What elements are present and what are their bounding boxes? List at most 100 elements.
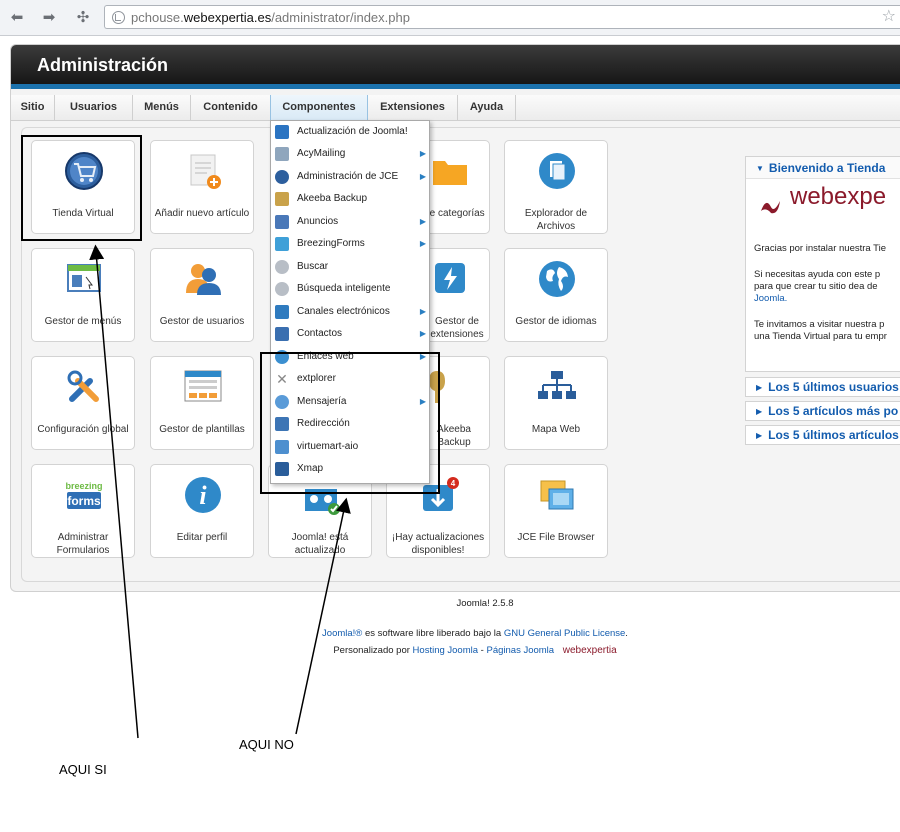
welcome-module: Bienvenido a Tienda webexpe Gracias por … — [745, 156, 900, 372]
quickicon-label: Explorador de Archivos — [524, 208, 588, 232]
page-icon — [112, 11, 125, 24]
quickicon-mapa-web[interactable]: Mapa Web — [504, 356, 608, 450]
footer-link-hosting[interactable]: Hosting Joomla — [413, 645, 478, 656]
menu-usuarios[interactable]: Usuarios — [55, 95, 133, 121]
tools-icon — [67, 370, 99, 402]
banner-icon — [275, 215, 289, 229]
breezing-forms-icon — [275, 237, 289, 251]
admin-header: Administración — [11, 45, 900, 89]
dropdown-item-breezingforms[interactable]: BreezingForms ▶ — [271, 233, 429, 255]
dropdown-item-anuncios[interactable]: Anuncios ▶ — [271, 211, 429, 233]
quickicon-label: Añadir nuevo artículo — [154, 208, 250, 219]
module-ultimos-usuarios[interactable]: Los 5 últimos usuarios — [745, 377, 900, 397]
svg-text:i: i — [199, 481, 207, 510]
quickicon-nuevo-articulo[interactable]: Añadir nuevo artículo — [150, 140, 254, 234]
annotation-box-aqui-si — [21, 135, 142, 241]
webexpertia-logo: webexpe — [754, 179, 896, 227]
page-title: Administración — [37, 55, 169, 75]
annotation-aqui-no: AQUI NO — [239, 737, 294, 752]
quickicon-label: Gestor de extensiones — [430, 316, 484, 340]
extensions-icon[interactable]: ✣ — [72, 7, 94, 29]
quickicon-label: Mapa Web — [531, 424, 581, 435]
smart-search-icon — [275, 282, 289, 296]
quickicon-jce-file-browser[interactable]: JCE File Browser — [504, 464, 608, 558]
sitemap-icon — [538, 371, 576, 399]
quickicon-gestor-menus[interactable]: Gestor de menús — [31, 248, 135, 342]
menu-extensiones[interactable]: Extensiones — [368, 95, 458, 121]
back-arrow-icon[interactable]: ⬅ — [6, 7, 28, 29]
quickicon-explorador-archivos[interactable]: Explorador de Archivos — [504, 140, 608, 234]
dropdown-item-contactos[interactable]: Contactos ▶ — [271, 323, 429, 345]
quickicon-label: Gestor de plantillas — [159, 424, 245, 435]
new-article-icon — [190, 154, 221, 189]
quickicon-label: ¡Hay actualizaciones disponibles! — [391, 532, 485, 556]
quickicon-label: Editar perfil — [176, 532, 228, 543]
quickicon-configuracion-global[interactable]: Configuración global — [31, 356, 135, 450]
welcome-text-1: Gracias por instalar nuestra Tie — [754, 243, 887, 254]
footer-link-gpl[interactable]: GNU General Public License — [504, 628, 625, 639]
footer-link-joomla[interactable]: Joomla!® — [322, 628, 362, 639]
footer-credits-text: Personalizado por — [333, 645, 413, 656]
submenu-arrow-icon: ▶ — [419, 172, 426, 181]
quickicon-label: JCE File Browser — [517, 532, 595, 543]
submenu-arrow-icon: ▶ — [419, 307, 426, 316]
quickicon-administrar-formularios[interactable]: breezing forms Administrar Formularios — [31, 464, 135, 558]
welcome-link-joomla[interactable]: Joomla. — [754, 293, 896, 305]
contacts-icon — [275, 327, 289, 341]
dropdown-item-akeeba[interactable]: Akeeba Backup — [271, 188, 429, 210]
dropdown-item-busqueda-inteligente[interactable]: Búsqueda inteligente — [271, 278, 429, 300]
menu-menus[interactable]: Menús — [133, 95, 191, 121]
folder-icon — [433, 161, 467, 185]
webexpertia-logo-text: webexpe — [790, 183, 887, 210]
akeeba-icon — [275, 192, 289, 206]
template-icon — [184, 370, 222, 402]
quickicon-editar-perfil[interactable]: i Editar perfil — [150, 464, 254, 558]
menu-componentes[interactable]: Componentes — [270, 95, 368, 121]
footer-credits: Personalizado por Hosting Joomla - Págin… — [210, 645, 740, 656]
welcome-text-3b: una Tienda Virtual para tu empr — [754, 331, 887, 342]
submenu-arrow-icon: ▶ — [419, 217, 426, 226]
footer-version: Joomla! 2.5.8 — [456, 598, 514, 609]
quickicon-gestor-plantillas[interactable]: Gestor de plantillas — [150, 356, 254, 450]
dropdown-item-canales[interactable]: Canales electrónicos ▶ — [271, 301, 429, 323]
quickicon-gestor-idiomas[interactable]: Gestor de idiomas — [504, 248, 608, 342]
welcome-text-2b: para que crear tu sitio dea de — [754, 281, 878, 292]
joomla-update-icon — [275, 125, 289, 139]
menu-ayuda[interactable]: Ayuda — [458, 95, 516, 121]
menu-contenido[interactable]: Contenido — [191, 95, 271, 121]
extensions-icon — [435, 263, 465, 293]
footer-link-paginas[interactable]: Páginas Joomla — [486, 645, 554, 656]
module-articulos-populares[interactable]: Los 5 artículos más po — [745, 401, 900, 421]
forward-arrow-icon[interactable]: ➡ — [38, 7, 60, 29]
address-bar[interactable]: pchouse.webexpertia.es/administrator/ind… — [104, 5, 900, 29]
dropdown-item-buscar[interactable]: Buscar — [271, 256, 429, 278]
dropdown-item-acymailing[interactable]: AcyMailing ▶ — [271, 143, 429, 165]
menu-sitio[interactable]: Sitio — [11, 95, 55, 121]
footer-webexpertia-logo[interactable]: webexpertia — [563, 645, 617, 656]
quickicon-label: Gestor de menús — [44, 316, 122, 327]
dropdown-item-actualizacion-joomla[interactable]: Actualización de Joomla! — [271, 121, 429, 143]
main-menu-bar: Sitio Usuarios Menús Contenido Component… — [11, 95, 900, 121]
svg-text:breezing: breezing — [65, 481, 102, 491]
bookmark-star-icon[interactable]: ☆ — [882, 9, 896, 25]
footer-license-end: . — [625, 628, 628, 639]
menu-icon — [67, 264, 101, 292]
files-icon — [539, 153, 575, 189]
footer-license-text: es software libre liberado bajo la — [362, 628, 504, 639]
annotation-aqui-si: AQUI SI — [59, 762, 107, 777]
screenshot-root: ⬅ ➡ ✣ pchouse.webexpertia.es/administrat… — [0, 0, 900, 832]
globe-icon — [539, 261, 575, 297]
svg-text:forms: forms — [67, 494, 101, 508]
annotation-box-aqui-no — [260, 352, 440, 494]
quickicon-gestor-usuarios[interactable]: Gestor de usuarios — [150, 248, 254, 342]
url-text[interactable]: pchouse.webexpertia.es/administrator/ind… — [131, 10, 410, 25]
dropdown-item-jce[interactable]: Administración de JCE ▶ — [271, 166, 429, 188]
quickicon-label: Joomla! está actualizado — [291, 532, 349, 556]
module-ultimos-articulos[interactable]: Los 5 últimos artículos — [745, 425, 900, 445]
submenu-arrow-icon: ▶ — [419, 329, 426, 338]
quickicon-label: Administrar Formularios — [56, 532, 110, 556]
users-icon — [186, 264, 221, 295]
quickicon-label: Gestor de idiomas — [515, 316, 597, 327]
welcome-module-title[interactable]: Bienvenido a Tienda — [746, 157, 900, 179]
search-icon — [275, 260, 289, 274]
